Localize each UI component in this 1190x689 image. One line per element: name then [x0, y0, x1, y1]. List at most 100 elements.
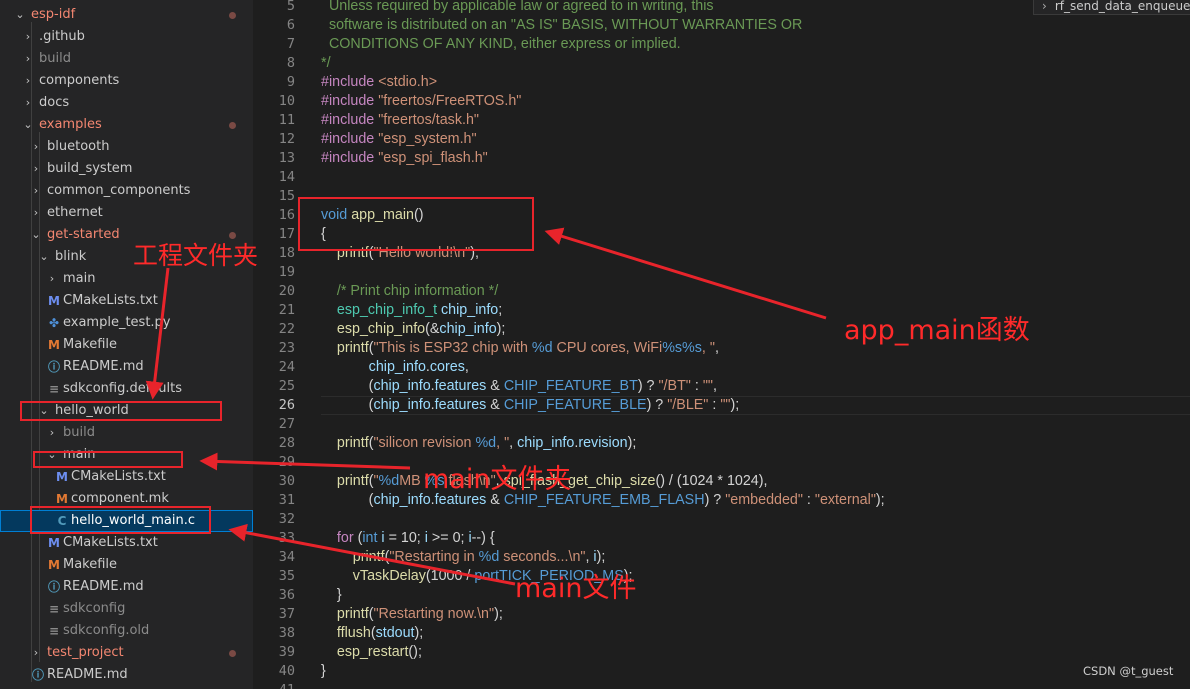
code-line[interactable]: chip_info.cores,: [321, 358, 469, 377]
file-item[interactable]: ≡ sdkconfig.old: [0, 620, 253, 642]
folder-item[interactable]: › .github: [0, 26, 253, 48]
tree-item-label: CMakeLists.txt: [63, 535, 158, 550]
folder-item[interactable]: ⌄ examples: [0, 114, 253, 136]
code-line[interactable]: #include "freertos/FreeRTOS.h": [321, 92, 521, 111]
code-editor[interactable]: Unless required by applicable law or agr…: [298, 0, 1190, 689]
code-line[interactable]: #include "freertos/task.h": [321, 111, 479, 130]
folder-item[interactable]: › build: [0, 48, 253, 70]
chevron-right-icon[interactable]: ›: [46, 422, 58, 444]
line-number: 35: [278, 568, 295, 584]
file-item[interactable]: ✤ example_test.py: [0, 312, 253, 334]
line-number: 29: [278, 454, 295, 470]
line-number: 24: [278, 359, 295, 375]
code-line[interactable]: (chip_info.features & CHIP_FEATURE_EMB_F…: [321, 491, 885, 510]
chevron-right-icon[interactable]: ›: [30, 180, 42, 202]
file-item[interactable]: ⓘ README.md: [0, 356, 253, 378]
folder-item[interactable]: › components: [0, 70, 253, 92]
code-token: /* Print chip information */: [321, 283, 499, 299]
code-token: );: [494, 606, 503, 622]
folder-item[interactable]: › common_components: [0, 180, 253, 202]
chevron-right-icon[interactable]: ›: [30, 202, 42, 224]
code-line[interactable]: /* Print chip information */: [321, 282, 498, 301]
tree-item-label: example_test.py: [63, 315, 171, 330]
code-line[interactable]: */: [321, 54, 331, 73]
code-line[interactable]: printf("Restarting in %d seconds...\n", …: [321, 548, 606, 567]
code-line[interactable]: esp_restart();: [321, 643, 422, 662]
code-line[interactable]: #include <stdio.h>: [321, 73, 437, 92]
line-number: 7: [286, 36, 295, 52]
file-item[interactable]: M CMakeLists.txt: [0, 532, 253, 554]
file-item[interactable]: M Makefile: [0, 334, 253, 356]
code-line[interactable]: CONDITIONS OF ANY KIND, either express o…: [321, 35, 681, 54]
line-number: 17: [278, 226, 295, 242]
code-line[interactable]: #include "esp_system.h": [321, 130, 477, 149]
chevron-right-icon[interactable]: ›: [46, 268, 58, 290]
folder-item[interactable]: › build: [0, 422, 253, 444]
folder-item[interactable]: › test_project: [0, 642, 253, 664]
code-token: %d: [478, 549, 500, 565]
tree-item-label: CMakeLists.txt: [71, 469, 166, 484]
folder-item[interactable]: › ethernet: [0, 202, 253, 224]
line-number: 23: [278, 340, 295, 356]
code-line[interactable]: esp_chip_info_t chip_info;: [321, 301, 502, 320]
symbol-breadcrumb[interactable]: › rf_send_data_enqueue: [1033, 0, 1190, 15]
code-token: "freertos/task.h": [378, 112, 479, 128]
file-item[interactable]: M Makefile: [0, 554, 253, 576]
chevron-right-icon[interactable]: ›: [22, 48, 34, 70]
code-line[interactable]: printf("silicon revision %d, ", chip_inf…: [321, 434, 636, 453]
tree-item-label: ethernet: [47, 205, 103, 220]
chevron-right-icon[interactable]: ›: [22, 26, 34, 48]
code-token: "This is ESP32 chip with: [373, 340, 532, 356]
chevron-down-icon[interactable]: ⌄: [22, 114, 34, 136]
line-number: 40: [278, 663, 295, 679]
chevron-down-icon[interactable]: ⌄: [30, 224, 42, 246]
code-line[interactable]: #include "esp_spi_flash.h": [321, 149, 488, 168]
chevron-right-icon: ›: [1042, 0, 1047, 13]
code-line[interactable]: printf("This is ESP32 chip with %d CPU c…: [321, 339, 719, 358]
code-token: printf: [336, 435, 369, 451]
code-line[interactable]: esp_chip_info(&chip_info);: [321, 320, 506, 339]
file-item[interactable]: M CMakeLists.txt: [0, 290, 253, 312]
chevron-right-icon[interactable]: ›: [22, 70, 34, 92]
chevron-down-icon[interactable]: ⌄: [14, 4, 26, 26]
modified-dot-icon: [229, 122, 236, 129]
code-token: "Restarting in: [389, 549, 479, 565]
code-line[interactable]: for (int i = 10; i >= 0; i--) {: [321, 529, 495, 548]
code-token: "": [720, 397, 731, 413]
file-item[interactable]: M CMakeLists.txt: [0, 466, 253, 488]
folder-item[interactable]: › build_system: [0, 158, 253, 180]
code-line[interactable]: Unless required by applicable law or agr…: [321, 0, 714, 16]
code-token: esp_chip_info: [336, 321, 426, 337]
code-line[interactable]: }: [321, 662, 326, 681]
folder-item[interactable]: › bluetooth: [0, 136, 253, 158]
chevron-right-icon[interactable]: ›: [22, 92, 34, 114]
code-token: features: [434, 378, 487, 394]
file-item[interactable]: ≡ sdkconfig.defaults: [0, 378, 253, 400]
tree-item-label: common_components: [47, 183, 191, 198]
file-item[interactable]: ⓘ README.md: [0, 576, 253, 598]
code-line[interactable]: (chip_info.features & CHIP_FEATURE_BLE) …: [321, 396, 740, 415]
makefile-icon: M: [48, 338, 60, 352]
code-line[interactable]: }: [321, 586, 342, 605]
info-icon: ⓘ: [47, 580, 60, 594]
folder-item[interactable]: › docs: [0, 92, 253, 114]
file-item[interactable]: ⓘ README.md: [0, 664, 253, 686]
folder-item[interactable]: ⌄ esp-idf: [0, 4, 253, 26]
chevron-down-icon[interactable]: ⌄: [38, 246, 50, 268]
chevron-right-icon[interactable]: ›: [30, 158, 42, 180]
chevron-right-icon[interactable]: ›: [30, 136, 42, 158]
tree-item-label: sdkconfig.defaults: [63, 381, 182, 396]
tree-item-label: build_system: [47, 161, 133, 176]
line-number: 27: [278, 416, 295, 432]
line-number: 25: [278, 378, 295, 394]
code-line[interactable]: fflush(stdout);: [321, 624, 423, 643]
code-token: );: [627, 435, 637, 451]
line-number: 11: [278, 112, 295, 128]
line-number: 16: [278, 207, 295, 223]
file-item[interactable]: ≡ sdkconfig: [0, 598, 253, 620]
code-line[interactable]: printf("Restarting now.\n");: [321, 605, 503, 624]
code-line[interactable]: software is distributed on an "AS IS" BA…: [321, 16, 802, 35]
code-line[interactable]: (chip_info.features & CHIP_FEATURE_BT) ?…: [321, 377, 717, 396]
chevron-right-icon[interactable]: ›: [30, 642, 42, 664]
